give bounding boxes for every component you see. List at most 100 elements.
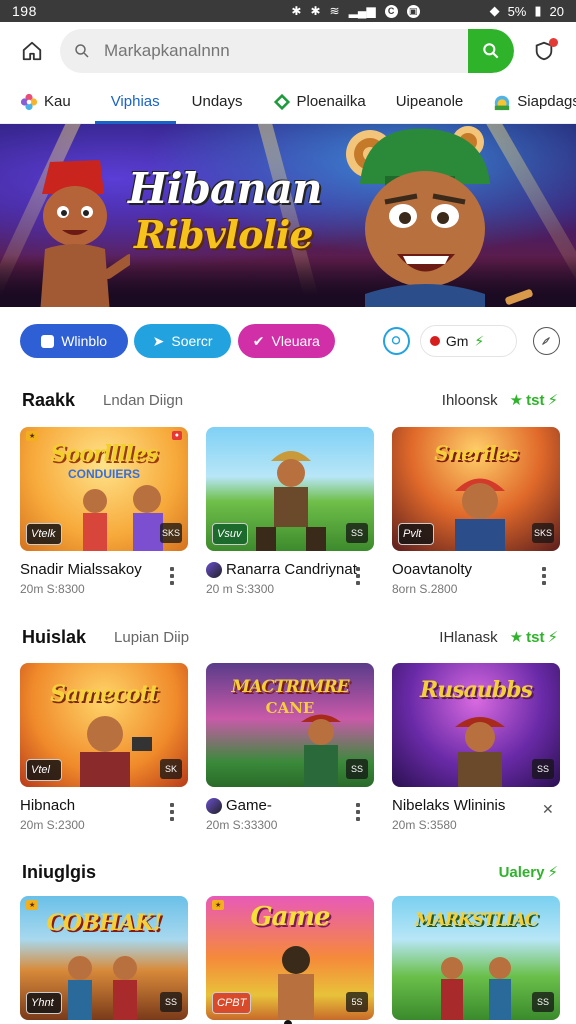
pin-icon [392, 336, 401, 345]
thumb-badge-right: SKS [532, 523, 554, 543]
character-figures [68, 956, 137, 1020]
close-icon[interactable]: ✕ [542, 801, 556, 819]
compass-icon [542, 337, 551, 345]
thumb-badge-right: SS [346, 523, 368, 543]
tab-kau[interactable]: Kau [20, 80, 71, 124]
status-bar: 198 ✱ ✱ ≋ ▂▄▆ C ▣ ◆ 5% ▮ 20 [0, 0, 576, 22]
game-card[interactable]: MARKSTLIAC SS [392, 896, 560, 1020]
game-name-row: Game- [206, 797, 374, 814]
more-options-icon[interactable] [170, 803, 184, 821]
thumb-badge-right: SS [532, 759, 554, 779]
tab-label: Uipeanole [395, 93, 464, 110]
tab-uipeanole[interactable]: Uipeanole [396, 80, 464, 124]
section-green-link[interactable]: Ualery ⚡ [498, 863, 558, 882]
diamond-icon [273, 93, 290, 110]
thumb-title: MARKSTLIAC [414, 910, 538, 930]
search-submit-button[interactable] [468, 29, 514, 73]
search-icon [60, 42, 104, 60]
game-card[interactable]: ★ COBHAK! Yhnt SS [20, 896, 188, 1020]
home-icon [22, 41, 42, 61]
tab-ploenailka[interactable]: Ploenailka [273, 80, 366, 124]
status-time: 198 [12, 3, 37, 19]
vibrate-icon: ≋ [329, 4, 340, 18]
top-bar [0, 22, 576, 80]
drumstick-icon [505, 289, 533, 305]
green-link-label: tst [526, 628, 545, 646]
section-title: Raakk [22, 389, 76, 410]
notification-lock-icon: ▣ [406, 4, 420, 18]
game-name: Game- [226, 797, 272, 814]
pill-vleuara[interactable]: ✔ Vleuara [237, 324, 335, 358]
thumb-badge-right: SS [160, 992, 182, 1012]
developer-avatar [206, 561, 222, 578]
game-thumbnail: ★ ● Soorlllles CONDUIERS Vtelk SKS [20, 427, 188, 551]
tab-label: Viphias [110, 93, 160, 110]
game-meta: 8orn S.2800 [392, 582, 458, 596]
game-name-row: Ranarra Candriynat [206, 561, 374, 578]
tab-label: Kau [44, 93, 71, 110]
filter-pills: Wlinblo ➤ Soercr ✔ Vleuara Gm ⚡ [20, 323, 561, 359]
section-green-link[interactable]: ★ tst ⚡ [510, 628, 558, 647]
game-card[interactable]: Vsuv SS Ranarra Candriynat 20 m S:3300 [206, 427, 374, 596]
compass-button[interactable] [532, 327, 561, 355]
thumb-badge-left: Vsuv [212, 523, 248, 545]
send-icon: ➤ [152, 332, 165, 349]
tab-viphias[interactable]: Viphias [94, 80, 176, 124]
flower-icon [20, 93, 38, 110]
pill-label: Vleuara [271, 333, 320, 349]
game-name: Hibnach [20, 797, 76, 814]
thumb-title: Sneriles [434, 441, 518, 465]
calendar-icon [41, 334, 55, 348]
section-subtitle: Lndan Diign [103, 391, 184, 409]
tab-undays[interactable]: Undays [192, 80, 243, 124]
section-header: Iniuglgis Ualery ⚡ [22, 859, 558, 885]
location-button[interactable] [382, 327, 410, 355]
search-input[interactable] [104, 41, 444, 61]
thumb-tag-red: ● [171, 431, 182, 440]
game-card[interactable]: Samecott Vtel SK Hibnach 20m S:2300 [20, 663, 188, 832]
tab-siapdags[interactable]: Siapdags [493, 80, 576, 124]
signal-icon: ▂▄▆ [348, 4, 376, 18]
game-meta: 20m S:33300 [206, 818, 278, 832]
green-link-label: Ualery [498, 863, 545, 881]
thumb-badge-right: SKS [160, 523, 182, 543]
game-card[interactable]: Rusaubbs SS Nibelaks Wlininis 20m S:3580… [392, 663, 560, 832]
search-go-icon [483, 43, 499, 59]
thumb-badge-right: SS [532, 992, 554, 1012]
leaf-icon: ⚡ [474, 332, 485, 349]
thumb-title: COBHAK! [46, 910, 163, 936]
developer-avatar [206, 797, 222, 814]
game-thumbnail: ★ Game CPBT 5S [206, 896, 374, 1020]
game-card[interactable]: ★ Game CPBT 5S [206, 896, 374, 1020]
section-title: Huislak [22, 626, 87, 647]
notifications-button[interactable] [528, 35, 560, 67]
more-options-icon[interactable] [356, 567, 370, 585]
more-options-icon[interactable] [170, 567, 184, 585]
character-figure [455, 478, 505, 551]
pill-soercr[interactable]: ➤ Soercr [134, 324, 231, 358]
game-thumbnail: Sneriles Pvlt SKS [392, 427, 560, 551]
game-meta: 20m S:3580 [392, 818, 457, 832]
thumb-subtitle: CONDUIERS [67, 467, 140, 481]
more-options-icon[interactable] [542, 567, 556, 585]
section-link[interactable]: IHlanask [439, 629, 497, 646]
notification-c-icon: C [384, 4, 398, 18]
game-card[interactable]: ★ ● Soorlllles CONDUIERS Vtelk SKS Snadi… [20, 427, 188, 596]
thumb-title: Rusaubbs [419, 677, 533, 703]
status-right: ◆ 5% ▮ 20 [490, 3, 564, 19]
section-green-link[interactable]: ★ tst ⚡ [510, 391, 558, 410]
game-card[interactable]: Sneriles Pvlt SKS Ooavtanolty 8orn S.280… [392, 427, 560, 596]
game-card[interactable]: MACTRIMRE CANE SS Game- 20m S:33300 [206, 663, 374, 832]
search-bar [60, 29, 514, 73]
bluetooth-icon: ✱ [291, 4, 302, 18]
home-button[interactable] [14, 33, 50, 69]
thumb-title: Samecott [50, 681, 159, 707]
thumb-badge-right: 5S [346, 992, 368, 1012]
section-link[interactable]: Ihloonsk [442, 392, 498, 409]
thumb-tag: ★ [26, 431, 39, 441]
hero-banner[interactable]: Hibanan Ribvlolie [0, 124, 576, 307]
more-options-icon[interactable] [356, 803, 370, 821]
thumb-badge-left: Yhnt [26, 992, 62, 1014]
pill-wlinblo[interactable]: Wlinblo [20, 324, 129, 358]
gm-chip[interactable]: Gm ⚡ [419, 325, 517, 357]
